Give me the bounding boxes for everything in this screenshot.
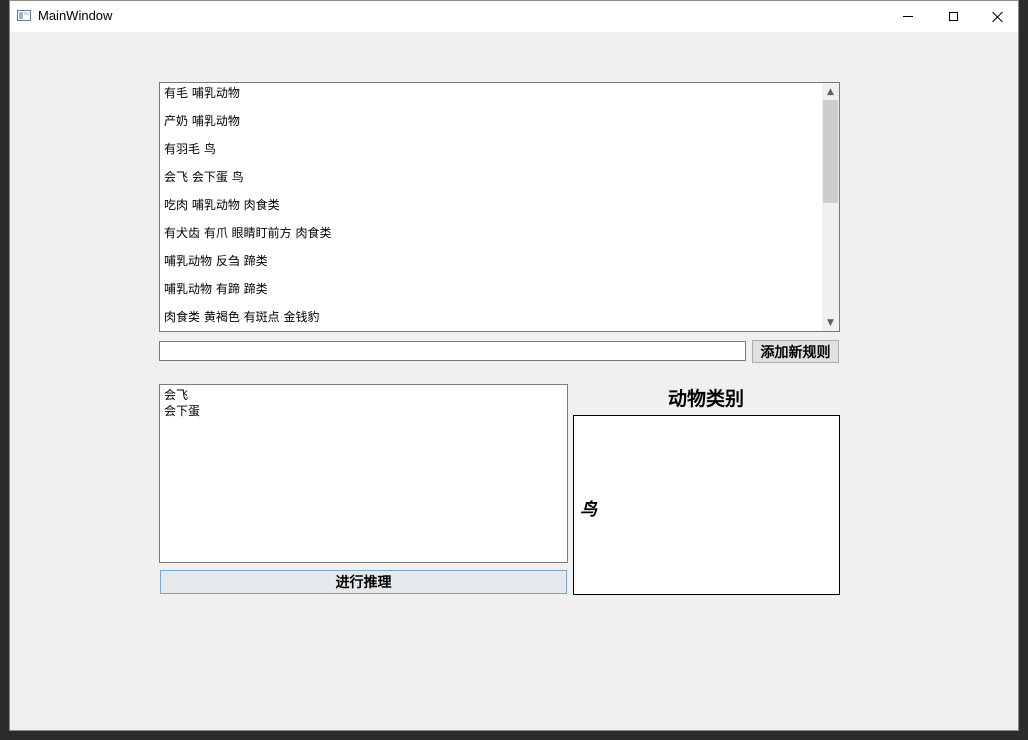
scroll-thumb[interactable] — [823, 100, 838, 203]
facts-input[interactable]: 会飞 会下蛋 — [159, 384, 568, 563]
list-item[interactable]: 哺乳动物 有蹄 蹄类 — [160, 279, 822, 307]
list-item[interactable]: 产奶 哺乳动物 — [160, 111, 822, 139]
vertical-scrollbar[interactable]: ▲ ▼ — [822, 83, 839, 331]
maximize-icon — [948, 12, 958, 21]
close-button[interactable] — [975, 1, 1021, 32]
minimize-button[interactable] — [885, 1, 931, 32]
list-item[interactable]: 会飞 会下蛋 鸟 — [160, 167, 822, 195]
window-title: MainWindow — [38, 8, 113, 23]
background-left — [0, 0, 9, 740]
rules-list[interactable]: 有毛 哺乳动物 产奶 哺乳动物 有羽毛 鸟 会飞 会下蛋 鸟 吃肉 哺乳动物 肉… — [159, 82, 840, 332]
list-item[interactable]: 哺乳动物 反刍 蹄类 — [160, 251, 822, 279]
new-rule-input[interactable] — [159, 341, 746, 361]
fact-line: 会飞 — [164, 388, 189, 402]
fact-line: 会下蛋 — [164, 404, 201, 418]
list-item[interactable]: 有犬齿 有爪 眼睛盯前方 肉食类 — [160, 223, 822, 251]
list-item[interactable]: 肉食类 黄褐色 有斑点 金钱豹 — [160, 307, 822, 331]
app-window-icon — [17, 10, 31, 21]
maximize-button[interactable] — [930, 1, 976, 32]
scroll-down-icon[interactable]: ▼ — [822, 314, 839, 331]
scroll-up-icon[interactable]: ▲ — [822, 83, 839, 100]
result-box: 鸟 — [573, 415, 840, 595]
infer-button[interactable]: 进行推理 — [160, 570, 567, 594]
minimize-icon — [903, 16, 913, 17]
rules-items: 有毛 哺乳动物 产奶 哺乳动物 有羽毛 鸟 会飞 会下蛋 鸟 吃肉 哺乳动物 肉… — [160, 83, 822, 331]
list-item[interactable]: 吃肉 哺乳动物 肉食类 — [160, 195, 822, 223]
background-bottom — [0, 731, 1028, 740]
result-title: 动物类别 — [667, 388, 744, 410]
title-bar: MainWindow — [10, 1, 1018, 32]
list-item[interactable]: 有羽毛 鸟 — [160, 139, 822, 167]
result-value: 鸟 — [580, 500, 597, 520]
close-icon — [992, 11, 1004, 23]
add-rule-button[interactable]: 添加新规则 — [752, 340, 839, 363]
main-window: MainWindow 有毛 哺乳动物 产奶 哺乳动物 有羽毛 鸟 会飞 会下蛋 … — [9, 0, 1019, 731]
list-item[interactable]: 有毛 哺乳动物 — [160, 83, 822, 111]
